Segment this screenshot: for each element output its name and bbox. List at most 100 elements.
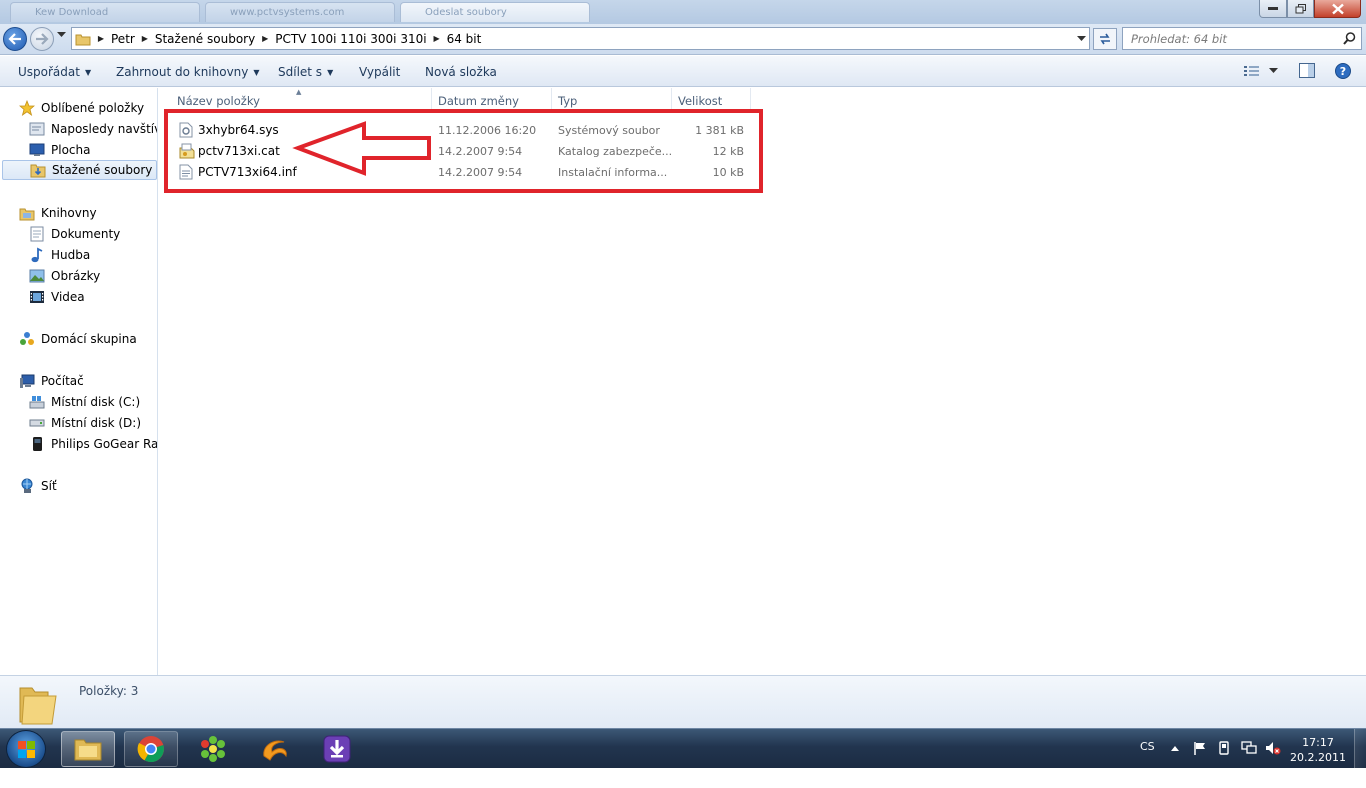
minimize-button[interactable] <box>1259 0 1287 18</box>
desktop-icon <box>28 142 46 158</box>
include-library-label: Zahrnout do knihovny <box>116 65 249 79</box>
breadcrumb-separator-icon[interactable]: ▶ <box>94 34 108 43</box>
view-dropdown-icon[interactable] <box>1269 68 1278 74</box>
nav-libraries[interactable]: Knihovny <box>18 203 97 223</box>
folder-icon <box>72 28 94 49</box>
taskbar-chrome[interactable] <box>124 731 178 767</box>
action-center-flag-icon[interactable] <box>1193 741 1207 755</box>
arrow-right-icon <box>36 33 49 45</box>
show-desktop-button[interactable] <box>1354 729 1366 769</box>
window-titlebar: Kew Download www.pctvsystems.com Odeslat… <box>0 0 1366 24</box>
libraries-icon <box>18 205 36 221</box>
minimize-icon <box>1268 6 1278 10</box>
breadcrumb-pctv[interactable]: PCTV 100i 110i 300i 310i <box>272 32 429 46</box>
help-icon[interactable]: ? <box>1335 63 1351 79</box>
search-box[interactable] <box>1122 27 1362 50</box>
preview-pane-icon[interactable] <box>1299 63 1315 78</box>
maximize-button[interactable] <box>1287 0 1314 18</box>
nav-music[interactable]: Hudba <box>28 245 90 265</box>
show-hidden-icons-icon[interactable] <box>1171 745 1179 751</box>
nav-favorites-label: Oblíbené položky <box>41 101 145 115</box>
organize-menu[interactable]: Uspořádat ▼ <box>18 65 91 79</box>
nav-disk-c[interactable]: Místní disk (C:) <box>28 392 140 412</box>
messenger-swirl-icon <box>263 740 287 761</box>
hard-drive-icon <box>28 415 46 431</box>
address-bar[interactable]: ▶ Petr ▶ Stažené soubory ▶ PCTV 100i 110… <box>71 27 1090 50</box>
address-dropdown-icon[interactable] <box>1077 36 1086 42</box>
nav-libraries-label: Knihovny <box>41 206 97 220</box>
folder-icon <box>19 687 57 725</box>
chevron-down-icon: ▼ <box>327 68 334 77</box>
nav-philips-device[interactable]: Philips GoGear Raga <box>28 434 157 454</box>
nav-documents[interactable]: Dokumenty <box>28 224 120 244</box>
nav-disk-c-label: Místní disk (C:) <box>51 395 141 409</box>
language-indicator[interactable]: CS <box>1140 740 1155 753</box>
clock-date: 20.2.2011 <box>1290 751 1346 764</box>
folder-icon <box>74 739 102 761</box>
nav-homegroup[interactable]: Domácí skupina <box>18 329 137 349</box>
nav-desktop[interactable]: Plocha <box>28 140 90 160</box>
column-header-size[interactable]: Velikost <box>672 88 751 110</box>
system-clock[interactable]: 17:17 20.2.2011 <box>1290 735 1346 765</box>
nav-downloads[interactable]: Stažené soubory <box>2 160 157 180</box>
nav-desktop-label: Plocha <box>51 143 91 157</box>
nav-favorites[interactable]: Oblíbené položky <box>18 98 144 118</box>
chevron-down-icon: ▼ <box>84 68 92 77</box>
column-header-type[interactable]: Typ <box>552 88 672 110</box>
details-pane: Položky: 3 <box>0 675 1366 728</box>
back-button[interactable] <box>3 27 27 51</box>
sort-ascending-icon: ▲ <box>296 88 302 96</box>
column-header-name[interactable]: Název položky <box>171 88 432 110</box>
breadcrumb-downloads[interactable]: Stažené soubory <box>152 32 258 46</box>
column-header-date[interactable]: Datum změny <box>432 88 552 110</box>
screen-margin <box>0 768 1366 788</box>
nav-network[interactable]: Síť <box>18 476 57 496</box>
nav-computer[interactable]: Počítač <box>18 371 84 391</box>
nav-videos[interactable]: Videa <box>28 287 85 307</box>
download-arrow-icon <box>323 735 351 763</box>
pictures-icon <box>28 268 46 284</box>
nav-disk-d[interactable]: Místní disk (D:) <box>28 413 141 433</box>
nav-documents-label: Dokumenty <box>51 227 121 241</box>
taskbar-icq[interactable] <box>186 731 240 767</box>
share-with-menu[interactable]: Sdílet s ▼ <box>278 65 333 79</box>
nav-homegroup-label: Domácí skupina <box>41 332 137 346</box>
search-input[interactable] <box>1123 28 1323 49</box>
taskbar-explorer[interactable] <box>61 731 115 767</box>
forward-button[interactable] <box>30 27 54 51</box>
new-folder-button[interactable]: Nová složka <box>425 65 497 79</box>
view-options-icon[interactable] <box>1243 63 1261 79</box>
search-icon[interactable] <box>1343 32 1356 45</box>
taskbar-downloader[interactable] <box>310 731 364 767</box>
breadcrumb-separator-icon[interactable]: ▶ <box>258 34 272 43</box>
start-button[interactable] <box>6 730 46 768</box>
chrome-icon <box>137 736 164 763</box>
nav-disk-d-label: Místní disk (D:) <box>51 416 142 430</box>
breadcrumb-separator-icon[interactable]: ▶ <box>138 34 152 43</box>
command-bar: Uspořádat ▼ Zahrnout do knihovny ▼ Sdílet … <box>0 56 1366 87</box>
refresh-button[interactable] <box>1093 28 1117 50</box>
navigation-pane: Oblíbené položky Naposledy navštíver Plo… <box>0 88 158 675</box>
device-icon[interactable] <box>1217 741 1231 755</box>
star-icon <box>18 100 36 116</box>
nav-videos-label: Videa <box>51 290 85 304</box>
close-icon <box>1331 3 1344 14</box>
volume-muted-icon[interactable] <box>1265 741 1281 755</box>
recent-pages-dropdown[interactable] <box>57 32 66 38</box>
icq-flower-icon <box>201 736 225 762</box>
include-in-library-menu[interactable]: Zahrnout do knihovny ▼ <box>116 65 260 79</box>
clock-time: 17:17 <box>1302 736 1334 749</box>
navigation-bar: ▶ Petr ▶ Stažené soubory ▶ PCTV 100i 110… <box>0 24 1366 55</box>
breadcrumb-64bit[interactable]: 64 bit <box>444 32 485 46</box>
close-button[interactable] <box>1314 0 1361 18</box>
arrow-left-icon <box>8 33 21 45</box>
breadcrumb-petr[interactable]: Petr <box>108 32 138 46</box>
burn-button[interactable]: Vypálit <box>359 65 400 79</box>
refresh-icon <box>1100 33 1110 45</box>
background-tab-1: Kew Download <box>10 2 200 22</box>
taskbar-messenger[interactable] <box>248 731 302 767</box>
nav-recent-places[interactable]: Naposledy navštíver <box>28 119 157 139</box>
network-status-icon[interactable] <box>1241 741 1257 755</box>
breadcrumb-separator-icon[interactable]: ▶ <box>430 34 444 43</box>
nav-pictures[interactable]: Obrázky <box>28 266 100 286</box>
